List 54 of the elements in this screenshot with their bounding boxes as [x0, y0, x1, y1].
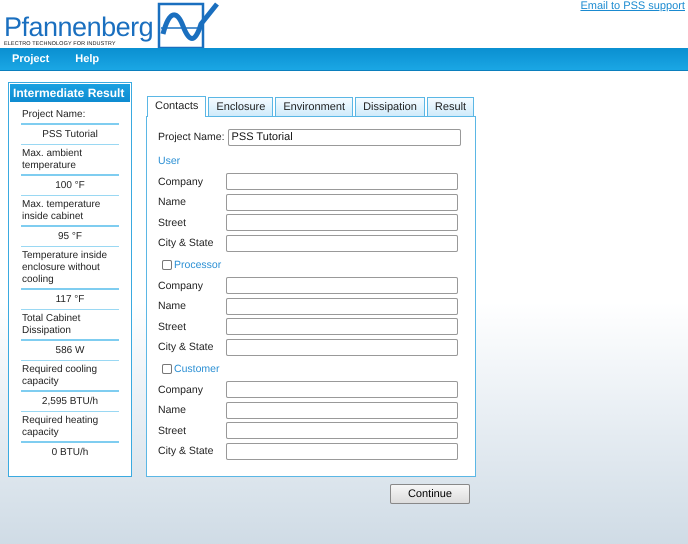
- text-field[interactable]: [226, 318, 458, 336]
- result-label: Max. temperature inside cabinet: [21, 196, 119, 227]
- tab[interactable]: Result: [426, 97, 474, 116]
- text-field[interactable]: [226, 277, 458, 294]
- text-field[interactable]: [226, 234, 458, 252]
- checkbox[interactable]: [162, 364, 172, 374]
- section-label: Processor: [174, 258, 222, 270]
- project-name-field[interactable]: PSS Tutorial: [228, 128, 461, 146]
- field-label: Company: [158, 176, 204, 188]
- tab[interactable]: Contacts: [147, 96, 206, 117]
- continue-button[interactable]: Continue: [390, 484, 470, 504]
- result-label: Project Name:: [21, 106, 119, 125]
- result-label: Required heating capacity: [21, 412, 119, 443]
- field-label: Company: [158, 384, 204, 396]
- text-field[interactable]: [226, 173, 458, 190]
- result-value: 2,595 BTU/h: [21, 392, 119, 412]
- tab[interactable]: Enclosure: [208, 97, 274, 116]
- result-value: 95 °F: [21, 227, 119, 247]
- field-label: Name: [158, 300, 188, 312]
- text-field[interactable]: [226, 402, 458, 419]
- result-label: Required cooling capacity: [21, 361, 119, 392]
- field-label: City & State: [158, 445, 214, 458]
- tab[interactable]: Environment: [275, 97, 354, 116]
- text-field[interactable]: [226, 338, 458, 356]
- result-value: 586 W: [21, 341, 119, 361]
- field-label: Name: [158, 404, 188, 416]
- checkbox[interactable]: [162, 260, 172, 270]
- field-label: Street: [158, 424, 188, 437]
- field-label: Street: [158, 320, 188, 333]
- support-email-link[interactable]: Email to PSS support: [580, 0, 685, 48]
- field-label: Street: [158, 216, 188, 229]
- tab[interactable]: Dissipation: [355, 97, 425, 116]
- result-value: PSS Tutorial: [21, 125, 119, 145]
- text-field[interactable]: [226, 214, 458, 232]
- field-label: Company: [158, 280, 204, 292]
- result-value: 100 °F: [21, 176, 119, 196]
- field-label: City & State: [158, 237, 214, 250]
- text-field[interactable]: [226, 422, 458, 440]
- result-label: Max. ambient temperature: [21, 145, 119, 176]
- text-field[interactable]: [226, 194, 458, 211]
- field-label: Project Name:: [158, 131, 225, 144]
- result-value: 0 BTU/h: [50, 446, 90, 460]
- text-field[interactable]: [226, 381, 458, 398]
- field-label: Name: [158, 196, 188, 208]
- text-field[interactable]: [226, 298, 458, 315]
- section-label: Customer: [174, 362, 220, 374]
- logo-text: Pfannenberg: [4, 13, 154, 41]
- section-heading: User: [158, 154, 180, 166]
- result-label: Total Cabinet Dissipation: [21, 310, 119, 341]
- text-field[interactable]: [226, 442, 458, 460]
- panel-title: Intermediate Result: [10, 84, 130, 102]
- result-label: Temperature inside enclosure without cooling: [21, 247, 119, 290]
- field-label: City & State: [158, 341, 214, 354]
- result-value: 117 °F: [21, 290, 119, 310]
